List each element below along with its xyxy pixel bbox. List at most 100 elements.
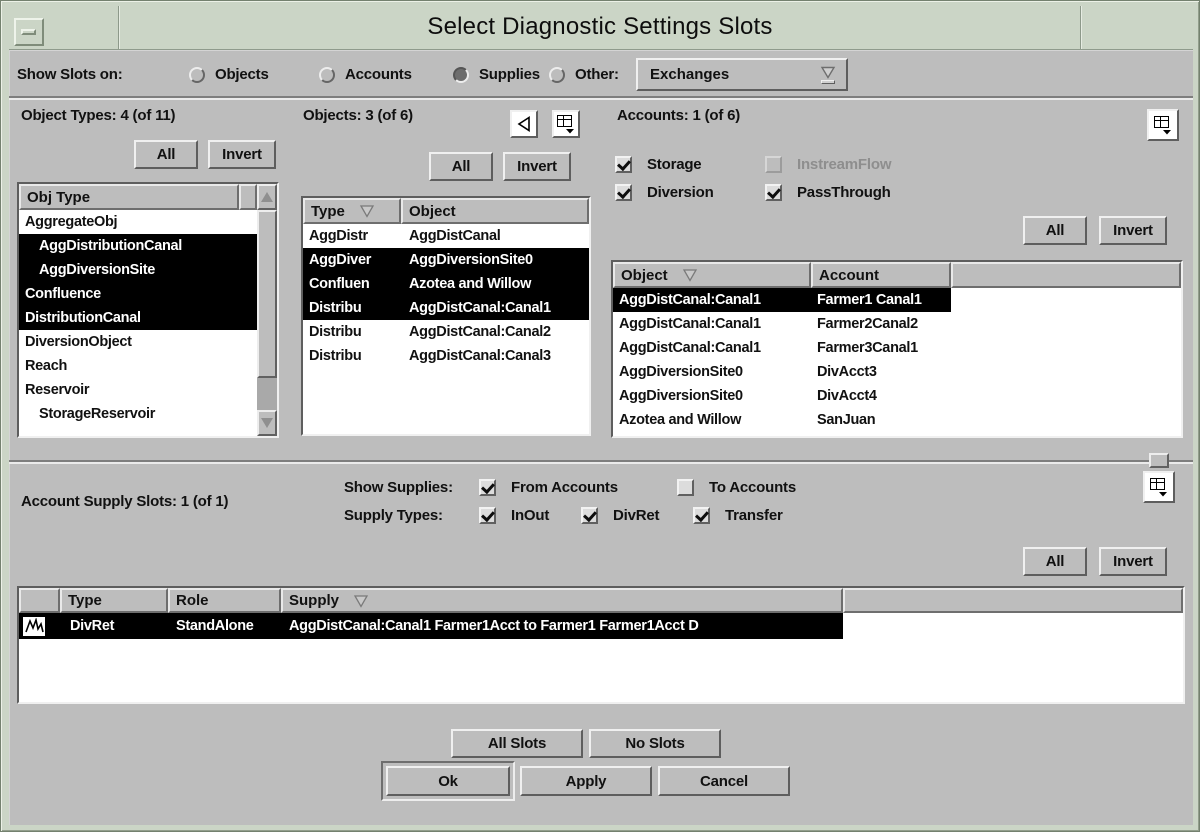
object-types-all-button[interactable]: All [134, 140, 198, 169]
list-item[interactable]: AggDiversionSite [19, 258, 257, 282]
radio-other-label[interactable]: Other: [575, 66, 619, 83]
list-item[interactable]: AggregateObj [19, 210, 257, 234]
radio-other[interactable] [549, 67, 565, 83]
supply-all-button[interactable]: All [1023, 547, 1087, 576]
dialog-window: Select Diagnostic Settings Slots Show Sl… [0, 0, 1200, 832]
from-accounts-label[interactable]: From Accounts [511, 479, 618, 496]
show-slots-label: Show Slots on: [17, 66, 123, 83]
list-item[interactable]: StorageReservoir [19, 402, 257, 426]
radio-supplies[interactable] [453, 67, 469, 83]
table-row[interactable]: AggDistCanal:Canal1Farmer1 Canal1 [613, 288, 1181, 312]
from-accounts-checkbox[interactable] [479, 479, 496, 496]
divret-label[interactable]: DivRet [613, 507, 659, 524]
objects-title: Objects: 3 (of 6) [303, 107, 413, 124]
diversion-checkbox[interactable] [615, 184, 632, 201]
radio-accounts[interactable] [319, 67, 335, 83]
supply-role-column-header[interactable]: Role [168, 588, 281, 613]
list-item[interactable]: Confluence [19, 282, 257, 306]
accounts-table-body: AggDistCanal:Canal1Farmer1 Canal1 AggDis… [613, 288, 1181, 436]
table-row[interactable]: DistribuAggDistCanal:Canal3 [303, 344, 589, 368]
table-row[interactable]: AggDistCanal:Canal1Farmer2Canal2 [613, 312, 1181, 336]
storage-label[interactable]: Storage [647, 156, 701, 173]
objects-type-column-header[interactable]: Type [303, 198, 401, 224]
list-item[interactable]: AggDistributionCanal [19, 234, 257, 258]
divret-checkbox[interactable] [581, 507, 598, 524]
sort-descending-icon [353, 594, 369, 608]
transfer-checkbox[interactable] [693, 507, 710, 524]
accounts-account-column-header[interactable]: Account [811, 262, 951, 288]
object-types-invert-button[interactable]: Invert [208, 140, 276, 169]
inout-checkbox[interactable] [479, 507, 496, 524]
object-types-column-header[interactable]: Obj Type [19, 184, 239, 210]
supply-slots-title: Account Supply Slots: 1 (of 1) [21, 493, 228, 510]
objects-view-menu-button[interactable] [552, 110, 580, 138]
table-row[interactable]: AggDiversionSite0DivAcct4 [613, 384, 1181, 408]
table-row[interactable]: AggDiverAggDiversionSite0 [303, 248, 589, 272]
ok-button[interactable]: Ok [386, 766, 510, 796]
series-slot-icon [22, 616, 46, 637]
scrollbar-thumb[interactable] [257, 210, 277, 378]
table-row[interactable]: Azotea and WillowSanJuan [613, 408, 1181, 432]
accounts-object-column-header[interactable]: Object [613, 262, 811, 288]
supply-invert-button[interactable]: Invert [1099, 547, 1167, 576]
table-row[interactable]: DivRet StandAlone AggDistCanal:Canal1 Fa… [19, 613, 1183, 639]
table-row[interactable]: AggDistrAggDistCanal [303, 224, 589, 248]
previous-selection-button[interactable] [510, 110, 538, 138]
no-slots-button[interactable]: No Slots [589, 729, 721, 758]
radio-supplies-label[interactable]: Supplies [479, 66, 540, 83]
object-types-scrollbar[interactable] [257, 184, 277, 436]
to-accounts-label[interactable]: To Accounts [709, 479, 796, 496]
passthrough-label[interactable]: PassThrough [797, 184, 891, 201]
list-item[interactable]: Reach [19, 354, 257, 378]
diversion-label[interactable]: Diversion [647, 184, 714, 201]
table-row[interactable]: DistribuAggDistCanal:Canal2 [303, 320, 589, 344]
objects-all-button[interactable]: All [429, 152, 493, 181]
title-bar[interactable]: Select Diagnostic Settings Slots [8, 8, 1192, 49]
table-row[interactable]: ConfluenAzotea and Willow [303, 272, 589, 296]
cancel-button[interactable]: Cancel [658, 766, 790, 796]
list-item[interactable]: DistributionCanal [19, 306, 257, 330]
radio-objects-label[interactable]: Objects [215, 66, 269, 83]
object-types-list: Obj Type AggregateObj AggDistributionCan… [17, 182, 279, 438]
apply-button[interactable]: Apply [520, 766, 652, 796]
radio-accounts-label[interactable]: Accounts [345, 66, 412, 83]
dialog-content: Show Slots on: Objects Accounts Supplies… [9, 49, 1193, 825]
other-dropdown[interactable]: Exchanges [636, 58, 848, 91]
other-dropdown-value: Exchanges [650, 66, 729, 83]
table-menu-icon [555, 113, 577, 135]
all-slots-button[interactable]: All Slots [451, 729, 583, 758]
instreamflow-label: InstreamFlow [797, 156, 891, 173]
inout-label[interactable]: InOut [511, 507, 549, 524]
supply-supply-column-header[interactable]: Supply [281, 588, 843, 613]
object-types-list-body: AggregateObj AggDistributionCanal AggDiv… [19, 210, 257, 436]
supply-table-body: DivRet StandAlone AggDistCanal:Canal1 Fa… [19, 613, 1183, 702]
table-row[interactable]: AggDiversionSite0DivAcct3 [613, 360, 1181, 384]
to-accounts-checkbox[interactable] [677, 479, 694, 496]
table-row[interactable]: AggDistCanal:Canal1Farmer3Canal1 [613, 336, 1181, 360]
storage-checkbox[interactable] [615, 156, 632, 173]
sort-descending-icon [682, 268, 698, 282]
scroll-up-icon[interactable] [257, 184, 277, 210]
list-item[interactable]: DiversionObject [19, 330, 257, 354]
table-row[interactable]: DistribuAggDistCanal:Canal1 [303, 296, 589, 320]
passthrough-checkbox[interactable] [765, 184, 782, 201]
radio-objects[interactable] [189, 67, 205, 83]
transfer-label[interactable]: Transfer [725, 507, 783, 524]
list-item[interactable]: Reservoir [19, 378, 257, 402]
objects-object-column-header[interactable]: Object [401, 198, 589, 224]
accounts-view-menu-button[interactable] [1147, 109, 1179, 141]
accounts-header-filler [951, 262, 1181, 288]
scrollbar-track[interactable] [257, 210, 277, 410]
scroll-down-icon[interactable] [257, 410, 277, 436]
supply-type-column-header[interactable]: Type [60, 588, 168, 613]
accounts-all-button[interactable]: All [1023, 216, 1087, 245]
supply-header-filler [843, 588, 1183, 613]
pane-sash-handle[interactable] [1149, 453, 1169, 468]
accounts-invert-button[interactable]: Invert [1099, 216, 1167, 245]
window-title: Select Diagnostic Settings Slots [8, 13, 1192, 41]
sort-descending-icon [359, 204, 375, 218]
objects-invert-button[interactable]: Invert [503, 152, 571, 181]
accounts-title: Accounts: 1 (of 6) [617, 107, 740, 124]
instreamflow-checkbox [765, 156, 782, 173]
supply-view-menu-button[interactable] [1143, 471, 1175, 503]
